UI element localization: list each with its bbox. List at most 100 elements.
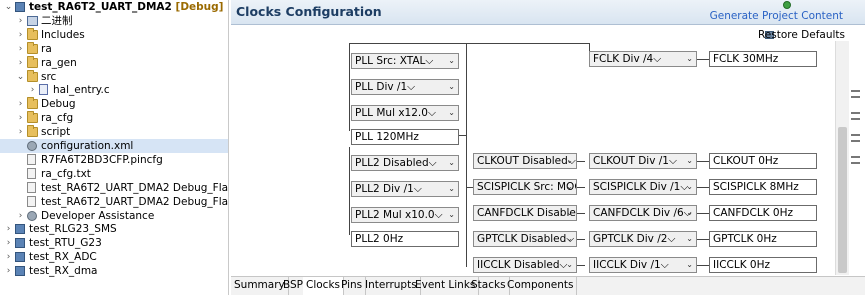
top-bus-wire-2 bbox=[467, 43, 590, 44]
chevron-right-icon[interactable]: › bbox=[16, 125, 25, 139]
restore-defaults-button[interactable]: Restore Defaults bbox=[758, 29, 845, 41]
menu-icon[interactable] bbox=[851, 90, 860, 98]
tab-components[interactable]: Components bbox=[504, 277, 578, 295]
tree-item[interactable]: test_RA6T2_UART_DMA2 Debug_Flat.lau bbox=[0, 195, 228, 209]
fclk-div-label: FCLK Div /4 bbox=[593, 53, 654, 65]
tree-item[interactable]: ⌄ src bbox=[0, 69, 228, 84]
scrollbar-thumb[interactable] bbox=[838, 127, 847, 273]
tree-item[interactable]: test_RA6T2_UART_DMA2 Debug_Flat.jlir bbox=[0, 181, 228, 195]
pll2-output-label: PLL2 0Hz bbox=[355, 233, 404, 245]
clkout-out-wire bbox=[697, 161, 709, 162]
pll-chain-wire bbox=[349, 43, 350, 131]
chevron-down-icon: ⌄ bbox=[448, 184, 455, 193]
generate-project-content-link[interactable]: Generate Project Content bbox=[710, 10, 843, 22]
gptclk-div-label: GPTCLK Div /2 bbox=[593, 233, 668, 245]
top-bus-wire bbox=[350, 43, 467, 44]
pll-div-select[interactable]: PLL Div /1 ⌄ bbox=[351, 79, 459, 95]
iicclk-div-select[interactable]: IICCLK Div /1 ⌄ bbox=[589, 257, 697, 273]
tree-item[interactable]: › test_RX_dma bbox=[0, 264, 228, 278]
chevron-right-icon[interactable]: › bbox=[16, 14, 25, 28]
chevron-right-icon[interactable]: › bbox=[16, 42, 25, 56]
pll-mul-select[interactable]: PLL Mul x12.0 ⌄ bbox=[351, 105, 459, 121]
clkout-source-label: CLKOUT Disabled bbox=[477, 155, 568, 167]
chevron-down-icon[interactable]: ⌄ bbox=[4, 0, 13, 14]
tree-item[interactable]: R7FA6T2BD3CFP.pincfg bbox=[0, 153, 228, 167]
tree-item[interactable]: › script bbox=[0, 125, 228, 139]
tree-item[interactable]: › test_RX_ADC bbox=[0, 250, 228, 264]
chevron-down-icon: ⌄ bbox=[448, 210, 455, 219]
gpt-out-wire bbox=[697, 239, 709, 240]
chevron-down-icon: ⌄ bbox=[566, 234, 573, 243]
tree-item[interactable]: › test_RLG23_SMS bbox=[0, 222, 228, 236]
fclk-div-select[interactable]: FCLK Div /4 ⌄ bbox=[589, 51, 697, 67]
chevron-down-icon[interactable]: ⌄ bbox=[16, 70, 25, 84]
tree-item[interactable]: › Developer Assistance bbox=[0, 209, 228, 223]
tree-item[interactable]: ra_cfg.txt bbox=[0, 167, 228, 181]
file-icon bbox=[27, 195, 36, 207]
tree-item-label: script bbox=[41, 126, 71, 139]
tree-item-label: hal_entry.c bbox=[53, 84, 110, 97]
chevron-right-icon[interactable]: › bbox=[4, 236, 13, 250]
menu-icon[interactable] bbox=[851, 134, 860, 142]
canfdclk-div-select[interactable]: CANFDCLK Div /6 ⌄ bbox=[589, 205, 697, 221]
scispiclk-output-label: SCISPICLK 8MHz bbox=[713, 181, 799, 193]
scisp-out-wire bbox=[697, 187, 709, 188]
chevron-right-icon[interactable]: › bbox=[4, 250, 13, 264]
vertical-scrollbar[interactable] bbox=[835, 41, 849, 275]
tree-item[interactable]: › ra_cfg bbox=[0, 111, 228, 125]
canfdclk-source-select[interactable]: CANFDCLK Disabled ⌄ bbox=[473, 205, 577, 221]
pll2-div-select[interactable]: PLL2 Div /1 ⌄ bbox=[351, 181, 459, 197]
gptclk-source-select[interactable]: GPTCLK Disabled ⌄ bbox=[473, 231, 577, 247]
scispiclk-div-select[interactable]: SCISPICLK Div /1 ⌄ bbox=[589, 179, 697, 195]
tree-item[interactable]: configuration.xml bbox=[0, 139, 228, 153]
menu-icon[interactable] bbox=[851, 112, 860, 120]
tree-item[interactable]: › Debug bbox=[0, 97, 228, 111]
chevron-right-icon[interactable]: › bbox=[16, 209, 25, 223]
tree-item[interactable]: › ra bbox=[0, 41, 228, 56]
pll2-source-label: PLL2 Disabled bbox=[355, 157, 429, 169]
generate-icon[interactable] bbox=[783, 1, 791, 9]
chevron-down-icon: ⌄ bbox=[686, 156, 693, 165]
pll-source-label: PLL Src: XTAL bbox=[355, 55, 426, 67]
chevron-down-icon: ⌄ bbox=[686, 182, 693, 191]
pll-source-select[interactable]: PLL Src: XTAL ⌄ bbox=[351, 53, 459, 69]
chevron-right-icon[interactable]: › bbox=[16, 111, 25, 125]
chevron-right-icon[interactable]: › bbox=[16, 28, 25, 42]
pll-output-label: PLL 120MHz bbox=[355, 131, 419, 143]
fclk-output-label: FCLK 30MHz bbox=[713, 53, 779, 65]
clock-tree-diagram: PLL Src: XTAL ⌄ PLL Div /1 ⌄ PLL Mul x12.0… bbox=[231, 41, 831, 275]
tree-item[interactable]: ⌄ test_RA6T2_UART_DMA2 [Debug] bbox=[0, 0, 228, 14]
folder-icon bbox=[27, 125, 38, 138]
canfd-out-wire bbox=[697, 213, 709, 214]
clkout-source-select[interactable]: CLKOUT Disabled ⌄ bbox=[473, 153, 577, 169]
canfdclk-output-label: CANFDCLK 0Hz bbox=[713, 207, 793, 219]
chevron-right-icon[interactable]: › bbox=[4, 222, 13, 236]
chevron-right-icon[interactable]: › bbox=[16, 97, 25, 111]
tree-item-label: test_RX_dma bbox=[29, 265, 98, 278]
tree-item[interactable]: › Includes bbox=[0, 27, 228, 42]
chevron-down-icon: ⌄ bbox=[686, 208, 693, 217]
iicclk-source-select[interactable]: IICCLK Disabled ⌄ bbox=[473, 257, 577, 273]
editor-header: Clocks Configuration Generate Project Co… bbox=[231, 0, 865, 25]
chevron-right-icon[interactable]: › bbox=[16, 56, 25, 70]
menu-icon[interactable] bbox=[851, 156, 860, 164]
scispiclk-source-select[interactable]: SCISPICLK Src: MOCO⌄ bbox=[473, 179, 577, 195]
pll-div-label: PLL Div /1 bbox=[355, 81, 408, 93]
project-icon bbox=[15, 252, 25, 263]
chevron-down-icon: ⌄ bbox=[566, 208, 573, 217]
tree-item-label: Includes bbox=[41, 28, 85, 41]
tree-item-label: test_RTU_G23 bbox=[29, 237, 102, 250]
iicclk-source-label: IICCLK Disabled bbox=[477, 259, 560, 271]
gptclk-div-select[interactable]: GPTCLK Div /2 ⌄ bbox=[589, 231, 697, 247]
pll2-source-select[interactable]: PLL2 Disabled ⌄ bbox=[351, 155, 459, 171]
chevron-right-icon[interactable]: › bbox=[28, 83, 37, 97]
tree-item[interactable]: › ra_gen bbox=[0, 55, 228, 70]
chevron-right-icon[interactable]: › bbox=[4, 264, 13, 278]
tree-item[interactable]: › 二进制 bbox=[0, 14, 228, 28]
tree-item-label: src bbox=[41, 70, 57, 83]
pll2-mul-select[interactable]: PLL2 Mul x10.0 ⌄ bbox=[351, 207, 459, 223]
clkout-div-select[interactable]: CLKOUT Div /1 ⌄ bbox=[589, 153, 697, 169]
tree-item[interactable]: › hal_entry.c bbox=[0, 83, 228, 97]
tree-item[interactable]: › test_RTU_G23 bbox=[0, 236, 228, 250]
file-icon bbox=[27, 181, 36, 193]
